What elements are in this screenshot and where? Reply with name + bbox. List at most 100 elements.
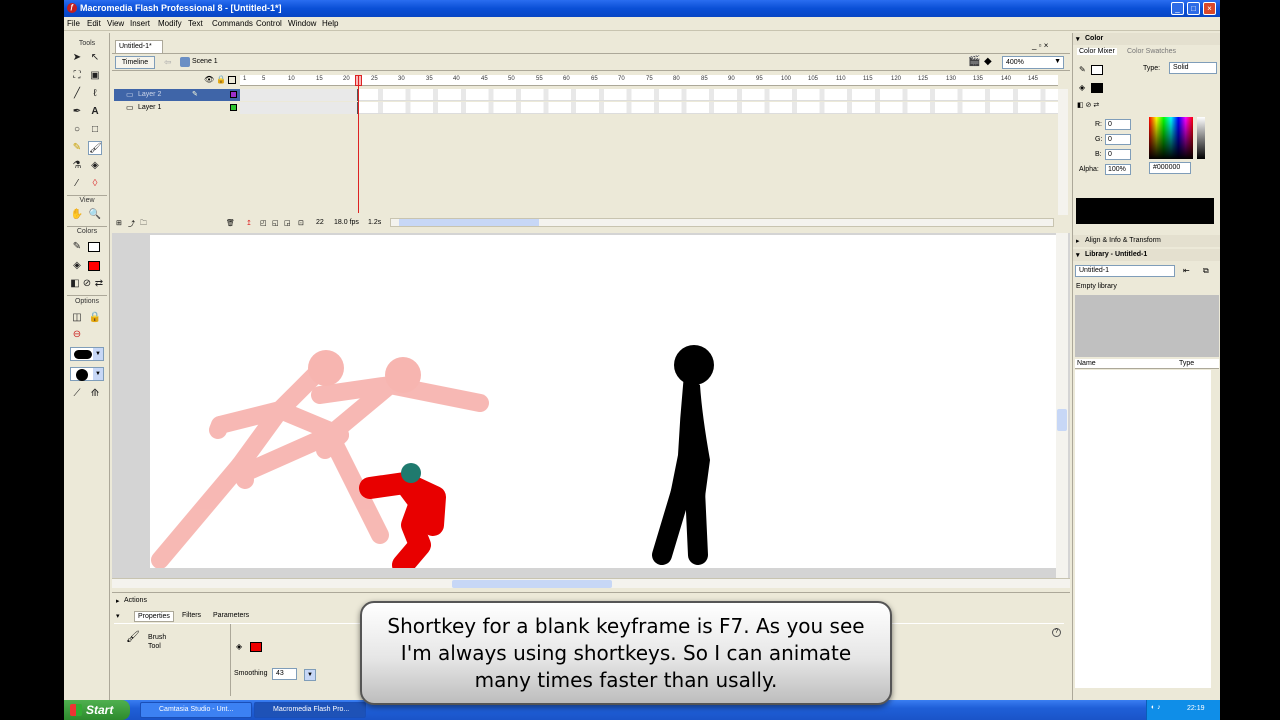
selection-tool-icon[interactable]: ➤ bbox=[70, 51, 84, 65]
onion-skin-icon[interactable]: ◰ bbox=[260, 219, 267, 227]
fill-type-select[interactable]: Solid bbox=[1169, 62, 1217, 74]
lasso-tool-icon[interactable]: ℓ bbox=[88, 87, 102, 101]
brush-mode-icon[interactable]: ⊖ bbox=[70, 328, 84, 342]
brush-tool-icon[interactable]: 🖌 bbox=[88, 141, 102, 155]
subselection-tool-icon[interactable]: ↖ bbox=[88, 51, 102, 65]
menu-edit[interactable]: Edit bbox=[87, 19, 101, 28]
black-white-icon[interactable]: ◧ ⊘ ⇄ bbox=[1077, 101, 1099, 109]
timeline-vscroll[interactable] bbox=[1058, 89, 1068, 215]
layer-outline-icon[interactable] bbox=[228, 76, 236, 84]
task-camtasia[interactable]: Camtasia Studio - Unt... bbox=[140, 702, 252, 718]
tab-filters[interactable]: Filters bbox=[182, 612, 201, 619]
tilt-icon[interactable]: ⟰ bbox=[88, 387, 102, 401]
b-input[interactable]: 0 bbox=[1105, 149, 1131, 160]
layer-visibility-icon[interactable]: 👁 bbox=[204, 75, 214, 84]
lock-fill-icon[interactable]: 🔒 bbox=[88, 311, 102, 325]
add-layer-icon[interactable]: ⊞ bbox=[116, 219, 122, 227]
layer-row-2[interactable]: ▭ Layer 2 ✎ bbox=[114, 89, 240, 101]
task-flash[interactable]: Macromedia Flash Pro... bbox=[254, 702, 366, 718]
center-frame-icon[interactable]: ↥ bbox=[246, 219, 252, 227]
color-panel-header[interactable]: ▾ Color bbox=[1073, 33, 1220, 45]
timeline-toggle-button[interactable]: Timeline bbox=[115, 56, 155, 69]
close-button[interactable]: × bbox=[1203, 2, 1216, 15]
menu-control[interactable]: Control bbox=[256, 19, 282, 28]
timeline-hscroll[interactable] bbox=[390, 218, 1054, 227]
pressure-icon[interactable]: ⟋ bbox=[70, 387, 84, 401]
fill-color-swatch[interactable] bbox=[1091, 83, 1103, 93]
edit-multiple-icon[interactable]: ◲ bbox=[284, 219, 291, 227]
color-spectrum-picker[interactable] bbox=[1149, 117, 1193, 159]
eraser-tool-icon[interactable]: ◊ bbox=[88, 177, 102, 191]
stage-canvas[interactable] bbox=[150, 235, 1056, 576]
hex-input[interactable]: #000000 bbox=[1149, 162, 1191, 174]
menu-insert[interactable]: Insert bbox=[130, 19, 150, 28]
stage-vscroll[interactable] bbox=[1056, 233, 1068, 578]
pen-tool-icon[interactable]: ✒ bbox=[70, 105, 84, 119]
tray-icons[interactable]: ◐ ♪ bbox=[1151, 704, 1161, 711]
tab-properties[interactable]: Properties bbox=[134, 611, 174, 622]
library-panel-header[interactable]: ▾ Library - Untitled-1 bbox=[1073, 249, 1220, 261]
menu-view[interactable]: View bbox=[107, 19, 124, 28]
brush-shape-dropdown[interactable]: ▼ bbox=[70, 367, 104, 381]
minimize-button[interactable]: _ bbox=[1171, 2, 1184, 15]
fill-transform-tool-icon[interactable]: ▣ bbox=[88, 69, 102, 83]
rectangle-tool-icon[interactable]: □ bbox=[88, 123, 102, 137]
timeline-hscroll-thumb[interactable] bbox=[399, 219, 539, 226]
maximize-button[interactable]: □ bbox=[1187, 2, 1200, 15]
zoom-tool-icon[interactable]: 🔍 bbox=[88, 208, 102, 222]
menu-file[interactable]: File bbox=[67, 19, 80, 28]
layer-outline-color[interactable] bbox=[230, 91, 237, 98]
smoothing-input[interactable]: 43 bbox=[272, 668, 297, 680]
tab-parameters[interactable]: Parameters bbox=[213, 612, 249, 619]
edit-symbols-icon[interactable]: ◆ bbox=[984, 56, 992, 67]
tab-color-mixer[interactable]: Color Mixer bbox=[1077, 48, 1117, 55]
delete-layer-icon[interactable]: 🗑 bbox=[226, 219, 235, 227]
layer-row-1[interactable]: ▭ Layer 1 bbox=[114, 102, 240, 114]
oval-tool-icon[interactable]: ○ bbox=[70, 123, 84, 137]
ink-bottle-tool-icon[interactable]: ⚗ bbox=[70, 159, 84, 173]
chevron-down-icon[interactable]: ▼ bbox=[304, 669, 316, 681]
add-guide-icon[interactable]: ⤴ bbox=[128, 219, 135, 229]
eyedropper-tool-icon[interactable]: ⁄ bbox=[70, 177, 84, 191]
library-col-name[interactable]: Name bbox=[1077, 360, 1096, 367]
onion-markers-icon[interactable]: ⊡ bbox=[298, 219, 304, 227]
stage-vscroll-thumb[interactable] bbox=[1057, 409, 1067, 431]
object-drawing-icon[interactable]: ◫ bbox=[70, 311, 84, 325]
edit-scene-icon[interactable]: 🎬 bbox=[968, 56, 980, 67]
layer-1-frames[interactable] bbox=[240, 102, 1058, 114]
swap-colors-icon[interactable]: ⇄ bbox=[92, 277, 106, 291]
layer-2-frames[interactable] bbox=[240, 89, 1058, 101]
menu-commands[interactable]: Commands bbox=[212, 19, 253, 28]
menu-window[interactable]: Window bbox=[288, 19, 316, 28]
library-col-type[interactable]: Type bbox=[1179, 360, 1194, 367]
tab-color-swatches[interactable]: Color Swatches bbox=[1127, 48, 1176, 55]
library-document-select[interactable]: Untitled-1 bbox=[1075, 265, 1175, 277]
brush-size-dropdown[interactable]: ▼ bbox=[70, 347, 104, 361]
pencil-tool-icon[interactable]: ✎ bbox=[70, 141, 84, 155]
text-tool-icon[interactable]: A bbox=[88, 105, 102, 119]
free-transform-tool-icon[interactable]: ⛶ bbox=[70, 69, 84, 83]
new-library-icon[interactable]: ⧉ bbox=[1203, 266, 1209, 276]
zoom-select[interactable]: 400% ▼ bbox=[1002, 56, 1064, 69]
pin-icon[interactable]: ⇤ bbox=[1183, 266, 1190, 275]
library-list[interactable] bbox=[1075, 370, 1211, 688]
menu-text[interactable]: Text bbox=[188, 19, 203, 28]
line-tool-icon[interactable]: ╱ bbox=[70, 87, 84, 101]
stroke-color-swatch[interactable] bbox=[1091, 65, 1103, 75]
menu-help[interactable]: Help bbox=[322, 19, 338, 28]
onion-outline-icon[interactable]: ◱ bbox=[272, 219, 279, 227]
menu-modify[interactable]: Modify bbox=[158, 19, 182, 28]
document-tab[interactable]: Untitled-1* bbox=[115, 40, 163, 53]
r-input[interactable]: 0 bbox=[1105, 119, 1131, 130]
add-folder-icon[interactable]: 🗀 bbox=[140, 219, 147, 230]
help-icon[interactable]: ? bbox=[1052, 628, 1061, 637]
stage-hscroll[interactable] bbox=[112, 578, 1070, 588]
fill-color-swatch[interactable] bbox=[88, 261, 100, 271]
fill-color-swatch[interactable] bbox=[250, 642, 262, 652]
g-input[interactable]: 0 bbox=[1105, 134, 1131, 145]
brightness-slider[interactable] bbox=[1197, 117, 1205, 159]
align-panel-header[interactable]: ▸ Align & Info & Transform bbox=[1073, 235, 1220, 247]
alpha-input[interactable]: 100% bbox=[1105, 164, 1131, 175]
layer-outline-color[interactable] bbox=[230, 104, 237, 111]
start-button[interactable]: Start bbox=[64, 700, 130, 720]
